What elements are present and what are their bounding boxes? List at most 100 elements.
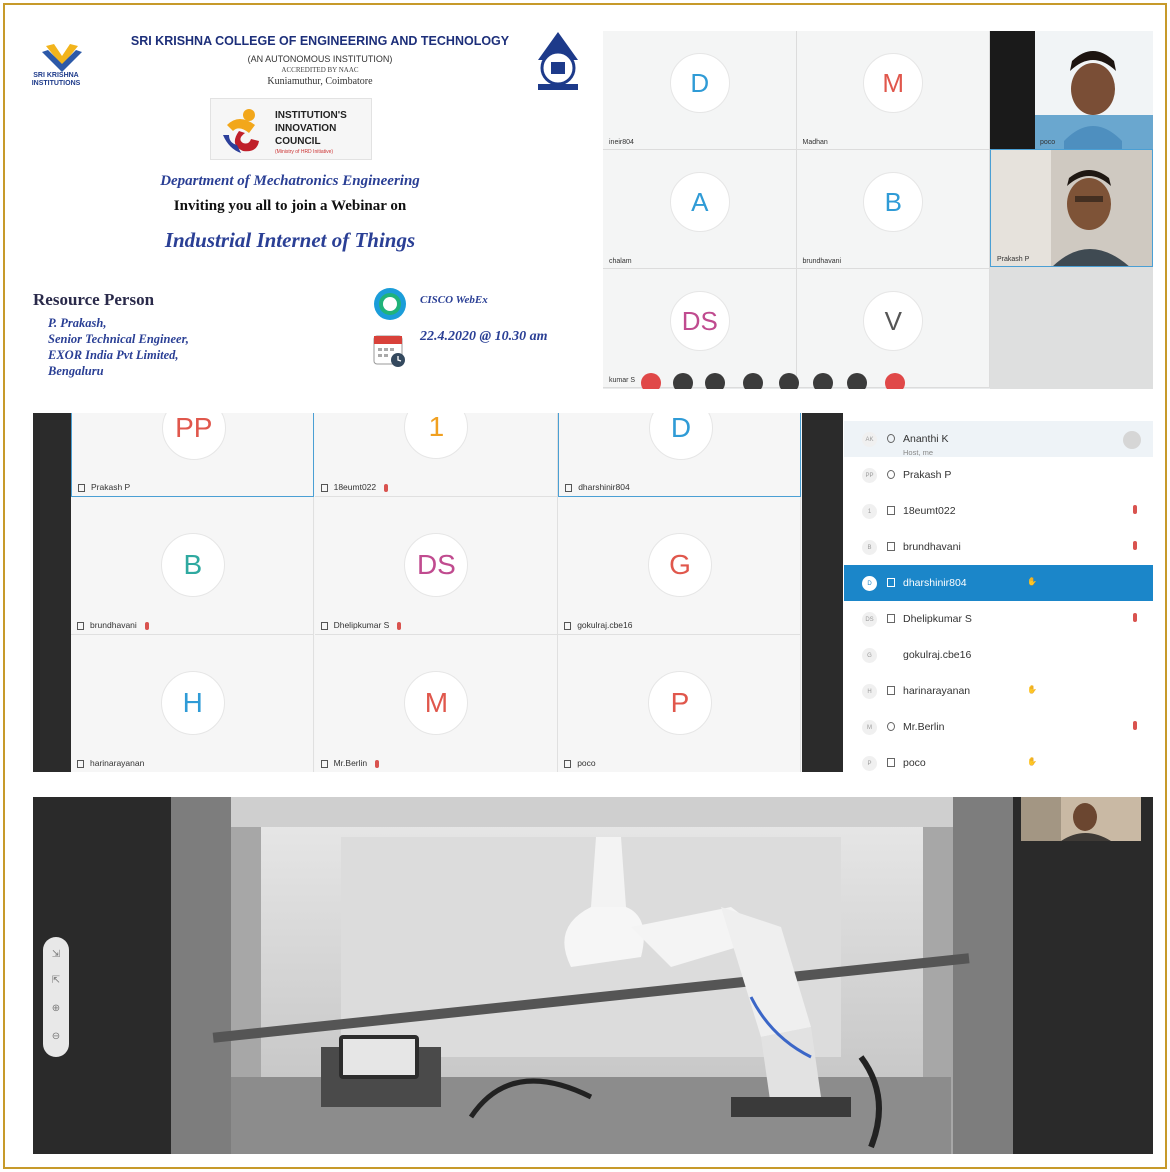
participant-tile[interactable]: DS Dhelipkumar S [314, 497, 558, 635]
invite-text: Inviting you all to join a Webinar on [173, 198, 407, 214]
camera-off-icon [887, 686, 895, 695]
participant-tile[interactable]: Hharinarayanan [71, 635, 314, 772]
participant-name: Prakash P [903, 469, 952, 481]
participant-tile[interactable]: V [796, 269, 990, 388]
webinar-topic: Industrial Internet of Things [164, 228, 416, 252]
college-name: SRI KRISHNA COLLEGE OF ENGINEERING AND T… [130, 34, 510, 48]
participant-list-item[interactable]: 1 18eumt022 [844, 493, 1153, 529]
participant-tile[interactable]: Bbrundhavani [71, 497, 314, 635]
mic-muted-icon [1133, 541, 1137, 550]
mic-muted-icon [384, 483, 389, 492]
participant-tile-label: ineir804 [609, 139, 634, 146]
self-view-video[interactable] [1021, 797, 1141, 841]
participant-tile-label: harinarayanan [77, 758, 144, 768]
participant-name: brundhavani [903, 541, 961, 553]
more-button[interactable] [847, 373, 867, 389]
meeting-screenshot-top: Dineir804 M Madhan Achalam Bbrundhavani DS kum… [603, 31, 1153, 389]
mic-muted-icon [144, 621, 149, 630]
participant-name: 18eumt022 [333, 482, 377, 492]
empty-tile [990, 267, 1153, 389]
camera-off-icon [887, 506, 895, 515]
participant-avatar: AK [862, 432, 877, 447]
participant-tile[interactable]: Ppoco [558, 635, 802, 772]
share-button[interactable] [705, 373, 725, 389]
participant-list-item[interactable]: Ddharshinir804 ✋ [844, 565, 1153, 601]
participant-list-item[interactable]: AK Ananthi K Host, me [844, 421, 1153, 457]
resource-person-role: Senior Technical Engineer, [48, 332, 189, 346]
participant-tile-label: gokulraj.cbe16 [564, 620, 632, 630]
camera-off-icon [78, 483, 85, 492]
fit-icon[interactable]: ⇲ [43, 949, 69, 960]
zoom-out-icon[interactable]: ⊖ [43, 1031, 69, 1042]
pin-icon[interactable]: ⇱ [43, 975, 69, 986]
participant-list-item[interactable]: Bbrundhavani [844, 529, 1153, 565]
participant-name: harinarayanan [90, 758, 145, 768]
self-view-icon [1021, 797, 1141, 841]
participant-tile[interactable]: Ddharshinir804 [558, 413, 802, 497]
participant-tile[interactable]: M Madhan [796, 31, 990, 150]
mic-icon[interactable] [1123, 431, 1141, 449]
platform-name: CISCO WebEx [420, 294, 488, 306]
mic-muted-icon [397, 621, 402, 630]
participant-tile[interactable]: DS kumar S [603, 269, 797, 388]
leave-meeting-button[interactable] [885, 373, 905, 389]
participant-avatar: P [647, 671, 712, 735]
participant-tile[interactable]: M Mr.Berlin [314, 635, 558, 772]
raise-hand-icon: ✋ [1027, 685, 1037, 694]
raise-hand-icon: ✋ [1027, 577, 1037, 586]
participant-avatar: 1 [862, 504, 877, 519]
camera-off-icon [887, 578, 895, 587]
calendar-icon [373, 335, 405, 367]
participant-list-item[interactable]: Ggokulraj.cbe16 [844, 637, 1153, 673]
participant-tile-label: 18eumt022 [320, 482, 389, 492]
shared-robot-video [171, 797, 1013, 1154]
participant-tile[interactable]: Bbrundhavani [796, 150, 990, 269]
participant-tile[interactable]: Achalam [603, 150, 797, 269]
participants-panel: AK Ananthi K Host, me PP Prakash P 1 18eumt022… [844, 413, 1153, 772]
participant-avatar: P [862, 756, 877, 771]
participant-tile-label: Mr.Berlin [320, 758, 380, 768]
participant-tile-label: Madhan [802, 139, 828, 146]
participant-role: Host, me [903, 448, 934, 457]
mute-button[interactable] [641, 373, 661, 389]
iic-ministry: (Ministry of HRD Initiative) [275, 149, 334, 155]
screen-share-screenshot: ⇲ ⇱ ⊕ ⊖ [33, 797, 1153, 1154]
participant-list-item[interactable]: Ppoco ✋ [844, 745, 1153, 772]
participant-avatar: D [669, 53, 730, 113]
camera-off-icon [887, 614, 895, 623]
department-name: Department of Mechatronics Engineering [160, 173, 420, 189]
participant-tile[interactable]: Dineir804 [603, 31, 797, 150]
participant-list-item[interactable]: DS Dhelipkumar S [844, 601, 1153, 637]
participant-list-item[interactable]: M Mr.Berlin [844, 709, 1153, 745]
participant-avatar: H [160, 671, 225, 735]
record-button[interactable] [743, 373, 763, 389]
camera-off-icon [320, 483, 328, 492]
video-button[interactable] [673, 373, 693, 389]
participant-avatar: B [160, 533, 225, 597]
participants-button[interactable] [779, 373, 799, 389]
participant-tile[interactable]: PP Prakash P [71, 413, 314, 497]
zoom-controls: ⇲ ⇱ ⊕ ⊖ [43, 937, 69, 1057]
mic-muted-icon [1133, 505, 1137, 514]
meeting-grid-screenshot: PP Prakash P 1 18eumt022 Ddharshinir804 Bbrun… [33, 413, 843, 772]
participant-list-item[interactable]: Hharinarayanan ✋ [844, 673, 1153, 709]
resource-person-city: Bengaluru [48, 364, 104, 378]
participant-name: Dhelipkumar S [333, 620, 390, 630]
participant-avatar: DS [404, 533, 469, 597]
camera-tile-poco[interactable]: poco [990, 31, 1153, 149]
participant-list-item[interactable]: PP Prakash P [844, 457, 1153, 493]
participant-name: Mr.Berlin [903, 721, 945, 733]
participant-name: 18eumt022 [903, 505, 956, 517]
camera-tile-prakash[interactable]: Prakash P [990, 149, 1153, 267]
camera-off-icon [320, 621, 328, 630]
participant-avatar: M [404, 671, 469, 735]
participant-avatar: A [669, 172, 730, 232]
chat-button[interactable] [813, 373, 833, 389]
phone-icon [887, 470, 895, 479]
participant-tile[interactable]: 1 18eumt022 [314, 413, 558, 497]
participant-tile-label: Dhelipkumar S [320, 620, 402, 630]
resource-person-name: P. Prakash, [48, 316, 107, 330]
participant-tile-label: Prakash P [78, 482, 130, 492]
participant-tile[interactable]: Ggokulraj.cbe16 [558, 497, 802, 635]
zoom-in-icon[interactable]: ⊕ [43, 1003, 69, 1014]
